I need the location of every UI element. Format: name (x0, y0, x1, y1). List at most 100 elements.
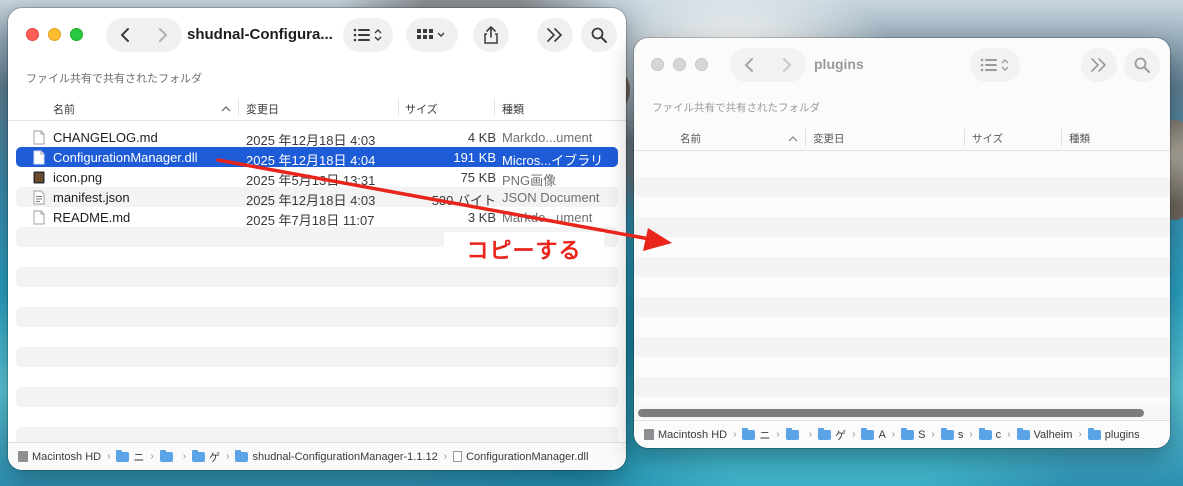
json-icon (33, 190, 45, 205)
forward-button[interactable] (144, 18, 182, 52)
column-kind[interactable]: 種類 (1069, 131, 1090, 146)
path-item-disk[interactable]: Macintosh HD (644, 429, 727, 441)
column-date[interactable]: 変更日 (813, 131, 845, 146)
path-item-folder[interactable]: A (861, 427, 886, 441)
document-icon (33, 150, 45, 165)
path-item-folder[interactable]: ニ (116, 449, 144, 465)
view-mode-button[interactable] (343, 18, 393, 52)
file-list: CHANGELOG.md 2025 年12月18日 4:03 4 KB Mark… (16, 127, 618, 470)
path-item-folder[interactable] (785, 427, 803, 440)
zoom-button[interactable] (695, 58, 708, 71)
file-kind: JSON Document (502, 190, 600, 205)
file-kind: Markdo...ument (502, 210, 593, 225)
column-size[interactable]: サイズ (972, 131, 1003, 146)
column-date[interactable]: 変更日 (246, 101, 279, 117)
chevron-right-icon (783, 58, 792, 72)
path-item-folder[interactable]: plugins (1087, 427, 1140, 441)
finder-window-destination: plugins ファイル共有で共有されたフォルダ 名前 変更日 サイズ 種類 M… (634, 38, 1170, 448)
file-name: README.md (53, 210, 131, 225)
search-button[interactable] (581, 18, 617, 52)
horizontal-scrollbar[interactable] (638, 409, 1144, 417)
window-title: shudnal-Configura... (187, 26, 333, 43)
toolbar: plugins (634, 38, 1170, 92)
column-size[interactable]: サイズ (405, 101, 438, 117)
file-kind: Markdo...ument (502, 130, 593, 145)
view-mode-button[interactable] (970, 48, 1020, 82)
hard-disk-icon (644, 429, 654, 440)
hard-disk-icon (18, 451, 28, 462)
column-header: 名前 変更日 サイズ 種類 (8, 95, 626, 121)
double-chevron-right-icon (547, 28, 563, 42)
path-item-folder[interactable]: ゲ (192, 449, 220, 465)
path-item-disk[interactable]: Macintosh HD (18, 451, 101, 463)
minimize-button[interactable] (673, 58, 686, 71)
column-name[interactable]: 名前 (680, 131, 701, 146)
close-button[interactable] (651, 58, 664, 71)
navigation-buttons (730, 48, 806, 82)
search-button[interactable] (1124, 48, 1160, 82)
path-item-folder[interactable]: s (940, 427, 963, 441)
folder-icon (785, 427, 799, 440)
close-button[interactable] (26, 28, 39, 41)
empty-row (634, 337, 1170, 357)
document-icon (453, 451, 463, 462)
section-label: ファイル共有で共有されたフォルダ (26, 73, 202, 85)
minimize-button[interactable] (48, 28, 61, 41)
empty-row (16, 267, 618, 287)
search-icon (1134, 57, 1150, 73)
path-item-file[interactable]: ConfigurationManager.dll (453, 451, 588, 463)
empty-row (634, 317, 1170, 337)
path-item-folder[interactable]: Valheim (1016, 427, 1072, 441)
toolbar: shudnal-Configura... (8, 8, 626, 64)
column-kind[interactable]: 種類 (502, 101, 524, 117)
path-item-folder[interactable]: S (901, 427, 925, 441)
empty-row (634, 157, 1170, 177)
file-date: 2025 年7月18日 11:07 (246, 213, 375, 228)
column-name[interactable]: 名前 (53, 101, 75, 117)
navigation-buttons (106, 18, 182, 52)
chevron-right-icon: › (1007, 429, 1011, 440)
group-button[interactable] (406, 18, 458, 52)
section-label: ファイル共有で共有されたフォルダ (652, 102, 820, 114)
file-row[interactable]: icon.png 2025 年5月13日 13:31 75 KB PNG画像 (16, 167, 618, 188)
file-size: 4 KB (467, 130, 496, 145)
empty-row (16, 327, 618, 347)
empty-row (634, 257, 1170, 277)
back-button[interactable] (730, 48, 768, 82)
column-divider[interactable] (1061, 129, 1062, 146)
zoom-button[interactable] (70, 28, 83, 41)
file-row[interactable]: CHANGELOG.md 2025 年12月18日 4:03 4 KB Mark… (16, 127, 618, 148)
more-toolbar-button[interactable] (1081, 48, 1117, 82)
column-divider[interactable] (238, 99, 239, 116)
empty-row (16, 287, 618, 307)
sort-ascending-icon (788, 136, 798, 142)
share-button[interactable] (473, 18, 509, 52)
path-item-folder[interactable] (159, 449, 177, 462)
column-divider[interactable] (494, 99, 495, 116)
path-item-folder[interactable]: shudnal-ConfigurationManager-1.1.12 (235, 449, 438, 463)
path-item-folder[interactable]: ゲ (818, 427, 846, 443)
file-name: CHANGELOG.md (53, 130, 158, 145)
path-item-folder[interactable]: ニ (742, 427, 770, 443)
chevron-right-icon: › (226, 451, 230, 462)
empty-row (634, 197, 1170, 217)
empty-row (634, 217, 1170, 237)
list-view-icon (353, 28, 382, 42)
path-item-folder[interactable]: c (978, 427, 1001, 441)
column-divider[interactable] (398, 99, 399, 116)
forward-button[interactable] (768, 48, 806, 82)
grid-group-icon (417, 29, 445, 39)
copy-annotation-label: コピーする (444, 232, 604, 266)
column-divider[interactable] (964, 129, 965, 146)
file-list-empty (634, 157, 1170, 397)
folder-icon (192, 449, 206, 462)
file-row-selected[interactable]: ConfigurationManager.dll 2025 年12月18日 4:… (16, 147, 618, 168)
back-button[interactable] (106, 18, 144, 52)
file-name: ConfigurationManager.dll (53, 150, 198, 165)
file-row[interactable]: manifest.json 2025 年12月18日 4:03 530 バイト … (16, 187, 618, 208)
folder-icon (742, 427, 756, 440)
more-toolbar-button[interactable] (537, 18, 573, 52)
share-icon (484, 26, 498, 44)
file-row[interactable]: README.md 2025 年7月18日 11:07 3 KB Markdo.… (16, 207, 618, 228)
column-divider[interactable] (805, 129, 806, 146)
